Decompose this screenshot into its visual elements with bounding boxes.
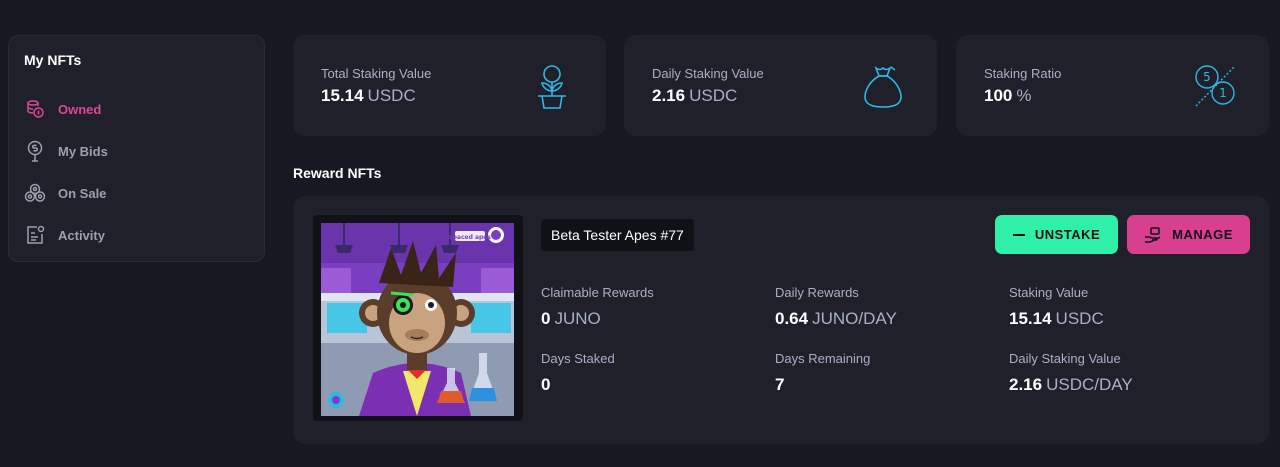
coins-icon bbox=[24, 98, 46, 120]
claimable-rewards: Claimable Rewards 0 JUNO bbox=[541, 285, 654, 329]
info-number: 2.16 bbox=[1009, 375, 1043, 394]
on-sale-icon bbox=[24, 182, 46, 204]
staking-value: Staking Value 15.14 USDC bbox=[1009, 285, 1104, 329]
daily-rewards: Daily Rewards 0.64 JUNO/DAY bbox=[775, 285, 897, 329]
sidebar-item-my-bids[interactable]: My Bids bbox=[24, 130, 249, 172]
activity-icon bbox=[24, 224, 46, 246]
info-unit: JUNO/DAY bbox=[812, 309, 897, 328]
info-value: 2.16 USDC/DAY bbox=[1009, 375, 1133, 395]
stat-card-total-staking-value: Total Staking Value 15.14 USDC bbox=[293, 35, 606, 136]
sidebar-item-activity[interactable]: Activity bbox=[24, 214, 249, 256]
info-number: 0.64 bbox=[775, 309, 809, 328]
info-number: 15.14 bbox=[1009, 309, 1052, 328]
daily-staking-value: Daily Staking Value 2.16 USDC/DAY bbox=[1009, 351, 1133, 395]
bid-icon bbox=[24, 140, 46, 162]
info-label: Staking Value bbox=[1009, 285, 1089, 300]
nft-name-badge: Beta Tester Apes #77 bbox=[541, 219, 694, 251]
info-value: 0 JUNO bbox=[541, 309, 654, 329]
money-bag-icon bbox=[864, 65, 902, 108]
stat-number: 15.14 bbox=[321, 86, 364, 105]
info-label: Daily Staking Value bbox=[1009, 351, 1121, 366]
section-title: Reward NFTs bbox=[293, 165, 382, 181]
sidebar-item-label: My Bids bbox=[58, 143, 108, 159]
reward-nft-card: spaced apes Beta Tester Apes #77 UNSTAKE… bbox=[293, 196, 1269, 444]
info-unit: USDC/DAY bbox=[1046, 375, 1133, 394]
hand-coin-icon bbox=[1144, 226, 1162, 243]
stat-unit: % bbox=[1016, 86, 1032, 105]
info-label: Claimable Rewards bbox=[541, 285, 654, 300]
unstake-label: UNSTAKE bbox=[1034, 227, 1101, 242]
info-value: 0.64 JUNO/DAY bbox=[775, 309, 897, 329]
nft-image[interactable]: spaced apes bbox=[321, 223, 514, 416]
days-staked: Days Staked 0 bbox=[541, 351, 615, 395]
manage-label: MANAGE bbox=[1172, 227, 1233, 242]
info-unit: JUNO bbox=[554, 309, 601, 328]
days-remaining: Days Remaining 7 bbox=[775, 351, 870, 395]
info-value: 7 bbox=[775, 375, 785, 394]
plant-icon bbox=[538, 65, 566, 109]
ratio-top: 5 bbox=[1203, 70, 1211, 84]
info-label: Days Remaining bbox=[775, 351, 871, 366]
info-value: 0 bbox=[541, 375, 551, 394]
sidebar-title: My NFTs bbox=[24, 52, 82, 68]
nft-brand-text: spaced apes bbox=[449, 234, 491, 241]
info-label: Daily Rewards bbox=[775, 285, 859, 300]
sidebar-item-label: On Sale bbox=[58, 185, 107, 201]
stat-number: 2.16 bbox=[652, 86, 686, 105]
minus-icon bbox=[1012, 229, 1025, 241]
stat-unit: USDC bbox=[367, 86, 416, 105]
manage-button[interactable]: MANAGE bbox=[1127, 215, 1250, 254]
sidebar-item-owned[interactable]: Owned bbox=[24, 88, 249, 130]
unstake-button[interactable]: UNSTAKE bbox=[995, 215, 1118, 254]
stat-card-staking-ratio: Staking Ratio 100% 5 1 bbox=[956, 35, 1269, 136]
info-value: 15.14 USDC bbox=[1009, 309, 1104, 329]
nft-image-frame: spaced apes bbox=[313, 215, 523, 421]
stat-number: 100 bbox=[984, 86, 1013, 105]
info-number: 0 bbox=[541, 309, 551, 328]
sidebar: My NFTs Owned My Bids On Sale Activity bbox=[8, 35, 265, 262]
info-unit: USDC bbox=[1055, 309, 1104, 328]
stat-card-daily-staking-value: Daily Staking Value 2.16 USDC bbox=[624, 35, 937, 136]
info-label: Days Staked bbox=[541, 351, 615, 366]
ratio-icon: 5 1 bbox=[1195, 65, 1236, 107]
sidebar-item-on-sale[interactable]: On Sale bbox=[24, 172, 249, 214]
stat-unit: USDC bbox=[689, 86, 738, 105]
sidebar-item-label: Activity bbox=[58, 227, 105, 243]
sidebar-item-label: Owned bbox=[58, 101, 102, 117]
ratio-bottom: 1 bbox=[1219, 86, 1227, 100]
